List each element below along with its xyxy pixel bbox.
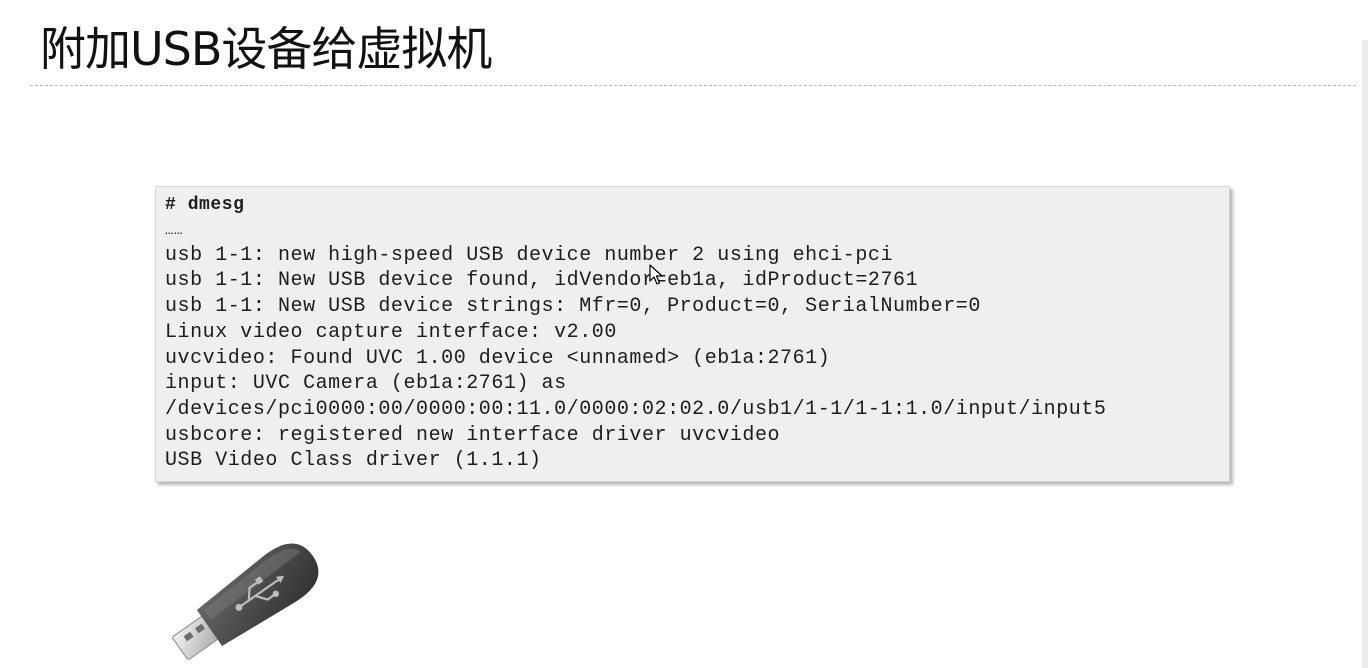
- scrollbar[interactable]: [1362, 40, 1368, 668]
- log-line: usbcore: registered new interface driver…: [165, 423, 781, 447]
- usb-flash-drive-icon: [172, 543, 319, 660]
- log-line: USB Video Class driver (1.1.1): [165, 449, 542, 473]
- log-line: usb 1-1: New USB device found, idVendor=…: [165, 269, 919, 293]
- terminal-output-box: # dmesg …… usb 1-1: new high-speed USB d…: [155, 186, 1230, 482]
- log-line: /devices/pci0000:00/0000:00:11.0/0000:02…: [165, 397, 1107, 421]
- command-line: # dmesg: [165, 195, 245, 215]
- log-line: Linux video capture interface: v2.00: [165, 320, 617, 344]
- log-line: uvcvideo: Found UVC 1.00 device <unnamed…: [165, 346, 831, 370]
- log-line: input: UVC Camera (eb1a:2761) as: [165, 372, 567, 396]
- log-line: usb 1-1: new high-speed USB device numbe…: [165, 243, 894, 267]
- log-line: usb 1-1: New USB device strings: Mfr=0, …: [165, 295, 981, 319]
- ellipsis-line: ……: [165, 222, 183, 239]
- slide-title: 附加USB设备给虚拟机: [40, 22, 492, 76]
- title-divider: [30, 85, 1356, 86]
- mouse-cursor-icon: [649, 264, 663, 285]
